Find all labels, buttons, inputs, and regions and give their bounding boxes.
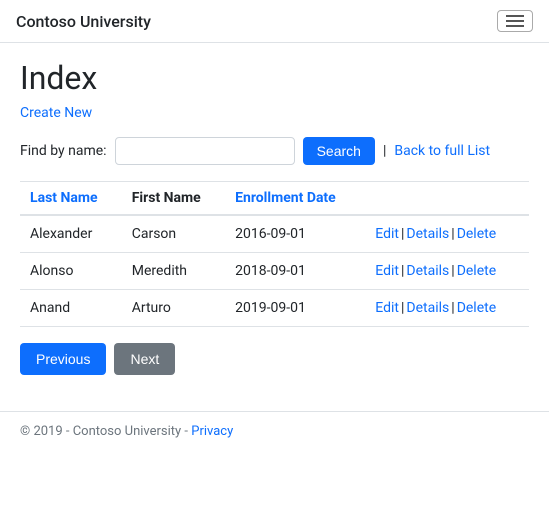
col-header-first-name: First Name [122, 182, 225, 216]
action-separator: | [401, 226, 404, 242]
search-divider: | [383, 143, 386, 159]
cell-first-name: Carson [122, 215, 225, 253]
action-separator: | [451, 226, 454, 242]
action-edit-link[interactable]: Edit [375, 300, 399, 316]
cell-first-name: Arturo [122, 290, 225, 327]
cell-actions: Edit | Details | Delete [365, 215, 529, 253]
action-details-link[interactable]: Details [406, 226, 449, 242]
create-new-link[interactable]: Create New [20, 105, 92, 121]
search-input[interactable] [115, 137, 295, 165]
search-label: Find by name: [20, 143, 107, 159]
cell-last-name: Alonso [20, 253, 122, 290]
action-delete-link[interactable]: Delete [457, 263, 496, 279]
cell-enrollment-date: 2019-09-01 [225, 290, 365, 327]
data-table: Last Name First Name Enrollment Date Ale… [20, 181, 529, 327]
cell-enrollment-date: 2018-09-01 [225, 253, 365, 290]
cell-actions: Edit | Details | Delete [365, 290, 529, 327]
footer-copyright: © 2019 - Contoso University - [20, 424, 191, 439]
action-edit-link[interactable]: Edit [375, 263, 399, 279]
action-links: Edit | Details | Delete [375, 226, 519, 242]
action-links: Edit | Details | Delete [375, 300, 519, 316]
cell-last-name: Alexander [20, 215, 122, 253]
action-separator: | [451, 263, 454, 279]
navbar-toggler-button[interactable] [497, 10, 533, 32]
action-delete-link[interactable]: Delete [457, 300, 496, 316]
page-title: Index [20, 59, 529, 97]
cell-first-name: Meredith [122, 253, 225, 290]
action-separator: | [401, 263, 404, 279]
navbar: Contoso University [0, 0, 549, 43]
search-row: Find by name: Search | Back to full List [20, 137, 529, 165]
table-row: AnandArturo2019-09-01 Edit | Details | De… [20, 290, 529, 327]
action-delete-link[interactable]: Delete [457, 226, 496, 242]
footer: © 2019 - Contoso University - Privacy [0, 411, 549, 451]
toggler-bar-3 [506, 25, 524, 27]
toggler-bar-2 [506, 20, 524, 22]
back-to-full-list-link[interactable]: Back to full List [394, 143, 490, 159]
action-links: Edit | Details | Delete [375, 263, 519, 279]
table-row: AlexanderCarson2016-09-01 Edit | Details … [20, 215, 529, 253]
search-button[interactable]: Search [303, 137, 375, 165]
col-header-enrollment-date: Enrollment Date [225, 182, 365, 216]
action-separator: | [451, 300, 454, 316]
cell-enrollment-date: 2016-09-01 [225, 215, 365, 253]
col-header-last-name: Last Name [20, 182, 122, 216]
action-details-link[interactable]: Details [406, 300, 449, 316]
action-edit-link[interactable]: Edit [375, 226, 399, 242]
pagination-row: Previous Next [20, 343, 529, 375]
cell-last-name: Anand [20, 290, 122, 327]
next-button[interactable]: Next [114, 343, 175, 375]
action-details-link[interactable]: Details [406, 263, 449, 279]
action-separator: | [401, 300, 404, 316]
table-header-row: Last Name First Name Enrollment Date [20, 182, 529, 216]
toggler-bar-1 [506, 15, 524, 17]
main-content: Index Create New Find by name: Search | … [0, 43, 549, 411]
navbar-brand: Contoso University [16, 12, 151, 31]
previous-button[interactable]: Previous [20, 343, 106, 375]
col-header-actions [365, 182, 529, 216]
table-row: AlonsoMeredith2018-09-01 Edit | Details |… [20, 253, 529, 290]
cell-actions: Edit | Details | Delete [365, 253, 529, 290]
footer-privacy-link[interactable]: Privacy [191, 424, 233, 439]
